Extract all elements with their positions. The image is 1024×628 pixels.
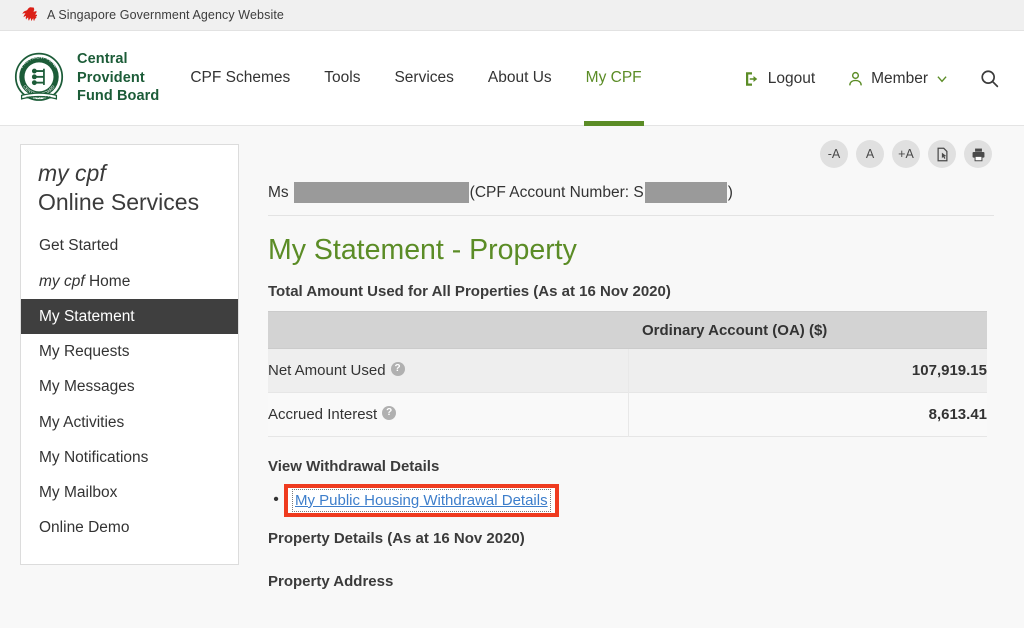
cpf-seal-logo: PROVIDENT FUND CENTRAL BOARD SINGAPORE — [14, 52, 64, 101]
account-number-prefix: (CPF Account Number: S — [469, 183, 644, 201]
site-header: PROVIDENT FUND CENTRAL BOARD SINGAPORE C… — [0, 31, 1024, 126]
brand-name: Central Provident Fund Board — [77, 50, 159, 105]
account-salutation: Ms — [268, 183, 289, 201]
help-icon[interactable]: ? — [390, 362, 405, 377]
property-address-heading: Property Address — [268, 573, 394, 591]
sidebar-item-my-mailbox[interactable]: My Mailbox — [21, 475, 238, 510]
table-header-blank — [268, 311, 628, 350]
main-content: -A A +A Ms (CPF Account Number: S) My S… — [258, 126, 1024, 628]
nav-item-cpf-schemes[interactable]: CPF Schemes — [173, 31, 307, 126]
statement-table: Ordinary Account (OA) ($) Net Amount Use… — [268, 311, 987, 437]
document-view-button[interactable] — [928, 140, 956, 168]
table-row: Accrued Interest? 8,613.41 — [268, 392, 987, 437]
singapore-lion-icon — [22, 7, 37, 21]
sidebar-item-my-notifications[interactable]: My Notifications — [21, 440, 238, 475]
sidebar-title: my cpf Online Services — [21, 159, 238, 216]
logout-button[interactable]: Logout — [727, 70, 831, 88]
sidebar-item-my-cpf-home[interactable]: my cpf Home — [21, 264, 238, 299]
sidebar-item-my-cpf-home-prefix: my cpf — [39, 272, 85, 290]
increase-font-button[interactable]: +A — [892, 140, 920, 168]
row-label-net-amount-used-text: Net Amount Used — [268, 362, 386, 380]
table-row: Net Amount Used? 107,919.15 — [268, 348, 987, 393]
list-bullet: • — [273, 491, 279, 509]
page-body: my cpf Online Services Get Started my cp… — [0, 126, 1024, 628]
sidebar-title-main: Online Services — [38, 189, 200, 216]
row-value-net-amount-used: 107,919.15 — [628, 348, 987, 393]
person-icon — [849, 71, 863, 85]
search-icon — [981, 70, 999, 88]
accessibility-toolbar: -A A +A — [268, 140, 994, 168]
public-housing-withdrawal-details-link[interactable]: My Public Housing Withdrawal Details — [292, 488, 551, 512]
account-number-suffix: ) — [727, 183, 733, 201]
view-withdrawal-details-heading: View Withdrawal Details — [268, 458, 440, 476]
search-button[interactable] — [965, 68, 1024, 89]
normal-font-button[interactable]: A — [856, 140, 884, 168]
withdrawal-link-row: • My Public Housing Withdrawal Details — [268, 482, 994, 518]
sidebar-item-my-requests[interactable]: My Requests — [21, 334, 238, 369]
redacted-name — [293, 182, 469, 203]
chevron-down-icon — [937, 75, 947, 82]
brand-name-line3: Fund Board — [77, 88, 160, 105]
decrease-font-button[interactable]: -A — [820, 140, 848, 168]
row-value-accrued-interest: 8,613.41 — [628, 392, 987, 437]
sidebar-item-online-demo[interactable]: Online Demo — [21, 510, 238, 545]
nav-item-my-cpf[interactable]: My CPF — [569, 31, 659, 126]
help-icon[interactable]: ? — [382, 406, 397, 421]
row-label-net-amount-used: Net Amount Used? — [268, 348, 629, 393]
brand-name-line1: Central — [77, 51, 128, 68]
property-details-heading: Property Details (As at 16 Nov 2020) — [268, 530, 525, 548]
highlight-annotation-box: My Public Housing Withdrawal Details — [284, 483, 559, 517]
sidebar-item-my-cpf-home-rest: Home — [84, 272, 131, 290]
nav-item-tools[interactable]: Tools — [307, 31, 377, 126]
print-button[interactable] — [964, 140, 992, 168]
document-cursor-icon — [937, 147, 947, 161]
table-header: Ordinary Account (OA) ($) — [268, 311, 987, 350]
sidebar-container: my cpf Online Services Get Started my cp… — [0, 126, 258, 628]
row-label-accrued-interest-text: Accrued Interest — [268, 406, 378, 424]
sidebar: my cpf Online Services Get Started my cp… — [20, 144, 239, 565]
redacted-account-number — [644, 182, 727, 203]
table-header-ordinary-account: Ordinary Account (OA) ($) — [628, 311, 987, 350]
table-body: Net Amount Used? 107,919.15 Accrued Inte… — [268, 348, 987, 437]
table-header-row: Ordinary Account (OA) ($) — [268, 311, 987, 350]
logout-label: Logout — [767, 69, 816, 87]
sidebar-item-my-messages[interactable]: My Messages — [21, 369, 238, 404]
total-amount-heading: Total Amount Used for All Properties (As… — [268, 283, 671, 301]
sidebar-title-italic: my cpf — [38, 160, 106, 186]
account-line: Ms (CPF Account Number: S ) — [268, 182, 994, 216]
sidebar-item-my-activities[interactable]: My Activities — [21, 405, 238, 440]
nav-item-about-us[interactable]: About Us — [471, 31, 569, 126]
nav-item-services[interactable]: Services — [377, 31, 470, 126]
svg-text:SINGAPORE: SINGAPORE — [26, 95, 51, 99]
government-banner: A Singapore Government Agency Website — [0, 0, 1024, 31]
member-label: Member — [871, 69, 928, 87]
brand-name-line2: Provident — [77, 69, 145, 86]
page-title: My Statement - Property — [268, 234, 577, 266]
header-right-actions: Logout Member — [727, 31, 1024, 126]
main-navigation: CPF Schemes Tools Services About Us My C… — [173, 31, 658, 126]
government-banner-text: A Singapore Government Agency Website — [47, 8, 284, 22]
brand-logo[interactable]: PROVIDENT FUND CENTRAL BOARD SINGAPORE C… — [0, 49, 159, 107]
sidebar-item-my-statement[interactable]: My Statement — [21, 298, 238, 335]
member-menu[interactable]: Member — [831, 70, 965, 88]
sidebar-item-get-started[interactable]: Get Started — [21, 228, 238, 263]
row-label-accrued-interest: Accrued Interest? — [268, 392, 629, 437]
printer-icon — [972, 148, 984, 161]
logout-icon — [745, 71, 757, 86]
